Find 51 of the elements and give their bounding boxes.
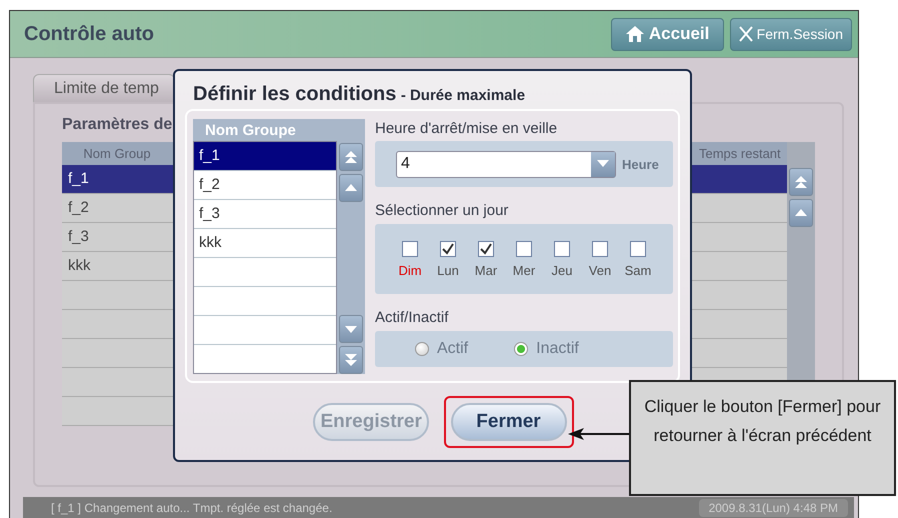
up-arrow-icon (344, 184, 358, 192)
day-checkbox[interactable] (440, 240, 456, 257)
list-item[interactable]: f_2 (194, 171, 336, 200)
day-checkbox[interactable] (402, 240, 418, 257)
close-dialog-button[interactable]: Fermer (450, 402, 566, 440)
scroll-top-button[interactable] (789, 168, 813, 196)
scroll-up-button[interactable] (339, 174, 363, 202)
day-checkbox[interactable] (554, 240, 570, 257)
day-label: Jeu (552, 262, 572, 278)
field-label: Sélectionner un jour (375, 201, 510, 222)
scroll-down-button[interactable] (339, 315, 363, 343)
scroll-up-button[interactable] (789, 199, 813, 227)
down-arrow-icon (344, 325, 358, 333)
double-down-arrow-icon (344, 353, 358, 367)
list-item[interactable]: kkk (194, 229, 336, 258)
scroll-bottom-button[interactable] (339, 346, 363, 374)
tab[interactable]: Limite de temp (33, 74, 175, 102)
day-checkbox[interactable] (630, 240, 646, 257)
column-header: Nom Group (82, 145, 152, 163)
day-label: Mar (474, 262, 498, 278)
day-label: Lun (437, 262, 459, 278)
status-message: [ f_1 ] Changement auto... Tmpt. réglée est changée. (51, 501, 332, 515)
house-icon (624, 25, 645, 43)
dialog-title: Définir les conditions (193, 83, 396, 105)
day-checkbox[interactable] (516, 240, 532, 257)
day-checkbox[interactable] (478, 240, 494, 257)
list-item[interactable]: f_1 (194, 142, 336, 171)
day-label: Mer (512, 262, 536, 278)
section-title: Paramètres de (62, 116, 172, 135)
double-up-arrow-icon (344, 150, 358, 164)
column-header: Temps restant (699, 145, 782, 163)
page-title: Contrôle auto (24, 22, 154, 46)
field-label: Actif/Inactif (375, 308, 450, 328)
close-icon (738, 26, 753, 42)
day-checkbox[interactable] (592, 240, 608, 257)
annotation-callout: Cliquer le bouton [Fermer] pour retourner à l'écran précédent (629, 380, 896, 496)
unit-label: Heure (622, 156, 659, 172)
list-item[interactable]: f_3 (194, 200, 336, 229)
scroll-top-button[interactable] (339, 143, 363, 171)
field-label: Heure d'arrêt/mise en veille (375, 119, 558, 139)
day-label: Ven (588, 262, 612, 278)
hour-dropdown[interactable]: 4 (396, 150, 616, 178)
list-header: Nom Groupe (193, 119, 365, 141)
date-time: 2009.8.31(Lun) 4:48 PM (698, 499, 848, 517)
day-label: Sam (624, 262, 652, 278)
radio-button[interactable] (514, 342, 528, 356)
up-arrow-icon (794, 209, 808, 217)
radio-button[interactable] (415, 342, 429, 356)
dialog-subtitle: - Durée maximale (400, 87, 526, 104)
day-label: Dim (398, 262, 422, 278)
double-up-arrow-icon (794, 175, 808, 189)
